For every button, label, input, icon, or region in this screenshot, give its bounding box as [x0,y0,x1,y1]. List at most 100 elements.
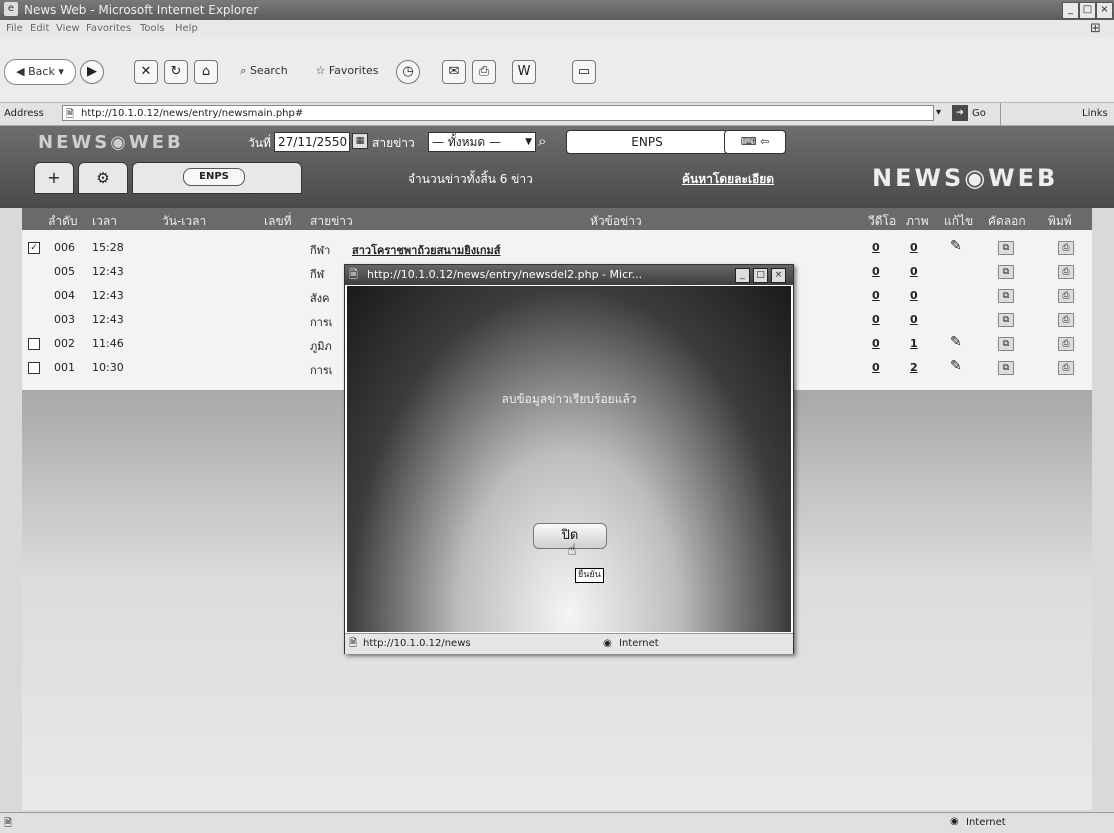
news-count: จำนวนข่าวทั้งสิ้น 6 ข่าว [408,172,533,186]
menu-edit[interactable]: Edit [30,23,49,34]
row-image-count[interactable]: 1 [910,337,918,350]
menu-view[interactable]: View [56,23,80,34]
edit-icon[interactable]: ✎ [950,334,962,350]
status-zone: Internet [966,817,1006,828]
row-video-count[interactable]: 0 [872,289,880,302]
row-category: กีฬา [310,244,331,257]
edit-icon[interactable]: ✎ [950,238,962,254]
table-row[interactable]: ✓ 006 15:28 กีฬา สาวโคราชพาถ้วยสนามยิงเก… [22,236,1092,260]
home-icon[interactable]: ⌂ [194,60,218,84]
print-icon[interactable]: ⎙ [1058,313,1074,327]
row-time: 11:46 [92,337,124,350]
popup-status-zone: Internet [619,638,659,649]
popup-title-bar: 🗎 http://10.1.0.12/news/entry/newsdel2.p… [345,265,793,285]
maximize-icon[interactable]: □ [753,268,768,283]
row-image-count[interactable]: 0 [910,265,918,278]
print-icon[interactable]: ⎙ [1058,241,1074,255]
row-video-count[interactable]: 0 [872,337,880,350]
history-icon[interactable]: ◷ [396,60,420,84]
go-arrow-icon[interactable]: ➔ [952,105,968,121]
row-checkbox[interactable] [28,338,40,350]
globe-icon: ◉ [603,638,612,649]
print-icon[interactable]: ⎙ [472,60,496,84]
favorites-button[interactable]: ☆ Favorites [304,59,390,83]
copy-icon[interactable]: ⧉ [998,241,1014,255]
row-category: การเ [310,316,333,329]
col-datetime: วัน-เวลา [162,214,207,228]
row-checkbox[interactable] [28,362,40,374]
menu-bar: File Edit View Favorites Tools Help ⊞ [0,20,1114,38]
address-input[interactable]: 🗎 http://10.1.0.12/news/entry/newsmain.p… [62,105,934,121]
refresh-icon[interactable]: ↻ [164,60,188,84]
row-headline-link[interactable]: สาวโคราชพาถ้วยสนามยิงเกมส์ [352,241,500,259]
row-video-count[interactable]: 0 [872,241,880,254]
copy-icon[interactable]: ⧉ [998,265,1014,279]
col-edit: แก้ไข [944,214,974,228]
chevron-down-icon: ▼ [525,137,532,147]
popup-status-bar: 🗎 http://10.1.0.12/news ◉ Internet [345,633,793,654]
links-button[interactable]: Links [1082,108,1108,119]
menu-tools[interactable]: Tools [140,23,165,34]
row-checkbox[interactable]: ✓ [28,242,40,254]
print-icon[interactable]: ⎙ [1058,361,1074,375]
keyboard-exit-icon[interactable]: ⌨ ⇦ [724,130,786,154]
row-video-count[interactable]: 0 [872,265,880,278]
print-icon[interactable]: ⎙ [1058,337,1074,351]
copy-icon[interactable]: ⧉ [998,289,1014,303]
search-icon[interactable]: ⌕ [538,132,546,150]
forward-icon[interactable]: ▶ [80,60,104,84]
row-image-count[interactable]: 0 [910,289,918,302]
go-button[interactable]: Go [972,108,986,119]
menu-help[interactable]: Help [175,23,198,34]
copy-icon[interactable]: ⧉ [998,337,1014,351]
discuss-icon[interactable]: ▭ [572,60,596,84]
date-label: วันที่ [248,136,271,150]
row-image-count[interactable]: 2 [910,361,918,374]
toolbar: ◀ Back ▾ ▶ ✕ ↻ ⌂ ⌕ Search ☆ Favorites ◷ … [0,38,1114,103]
stop-icon[interactable]: ✕ [134,60,158,84]
row-video-count[interactable]: 0 [872,361,880,374]
window-title: News Web - Microsoft Internet Explorer [24,3,259,17]
category-select[interactable]: — ทั้งหมด — ▼ [428,132,536,152]
tab-enps[interactable]: ENPS [132,162,302,194]
row-time: 15:28 [92,241,124,254]
globe-icon: ◉ [950,816,959,827]
minimize-icon[interactable]: _ [735,268,750,283]
row-seq: 005 [54,265,75,278]
row-image-count[interactable]: 0 [910,241,918,254]
menu-favorites[interactable]: Favorites [86,23,131,34]
row-category: การเ [310,364,333,377]
print-icon[interactable]: ⎙ [1058,265,1074,279]
row-image-count[interactable]: 0 [910,313,918,326]
calendar-icon[interactable]: ▦ [352,133,368,149]
tools-tab-icon[interactable]: ⚙ [78,162,128,194]
row-time: 12:43 [92,265,124,278]
edit-icon[interactable]: ✎ [950,358,962,374]
add-news-tab-icon[interactable]: + [34,162,74,194]
row-seq: 002 [54,337,75,350]
minimize-button[interactable]: _ [1062,2,1079,19]
print-icon[interactable]: ⎙ [1058,289,1074,303]
address-url: http://10.1.0.12/news/entry/newsmain.php… [81,108,304,119]
row-time: 12:43 [92,313,124,326]
col-headline: หัวข้อข่าว [590,214,642,228]
mail-icon[interactable]: ✉ [442,60,466,84]
page-icon: 🗎 [349,638,358,649]
menu-file[interactable]: File [6,23,23,34]
row-video-count[interactable]: 0 [872,313,880,326]
date-input[interactable]: 27/11/2550 [274,132,350,152]
advanced-search-link[interactable]: ค้นหาโดยละเอียด [682,170,774,189]
address-dropdown-icon[interactable]: ▾ [936,107,941,118]
popup-status-url: http://10.1.0.12/news [363,638,471,649]
close-window-button[interactable]: × [1096,2,1113,19]
back-button[interactable]: ◀ Back ▾ [4,59,76,85]
search-button[interactable]: ⌕ Search [228,59,300,83]
col-seq: ลำดับ [48,214,78,228]
row-seq: 006 [54,241,75,254]
word-icon[interactable]: W [512,60,536,84]
row-category: ภูมิภ [310,340,332,353]
maximize-button[interactable]: □ [1079,2,1096,19]
copy-icon[interactable]: ⧉ [998,313,1014,327]
copy-icon[interactable]: ⧉ [998,361,1014,375]
close-icon[interactable]: × [771,268,786,283]
